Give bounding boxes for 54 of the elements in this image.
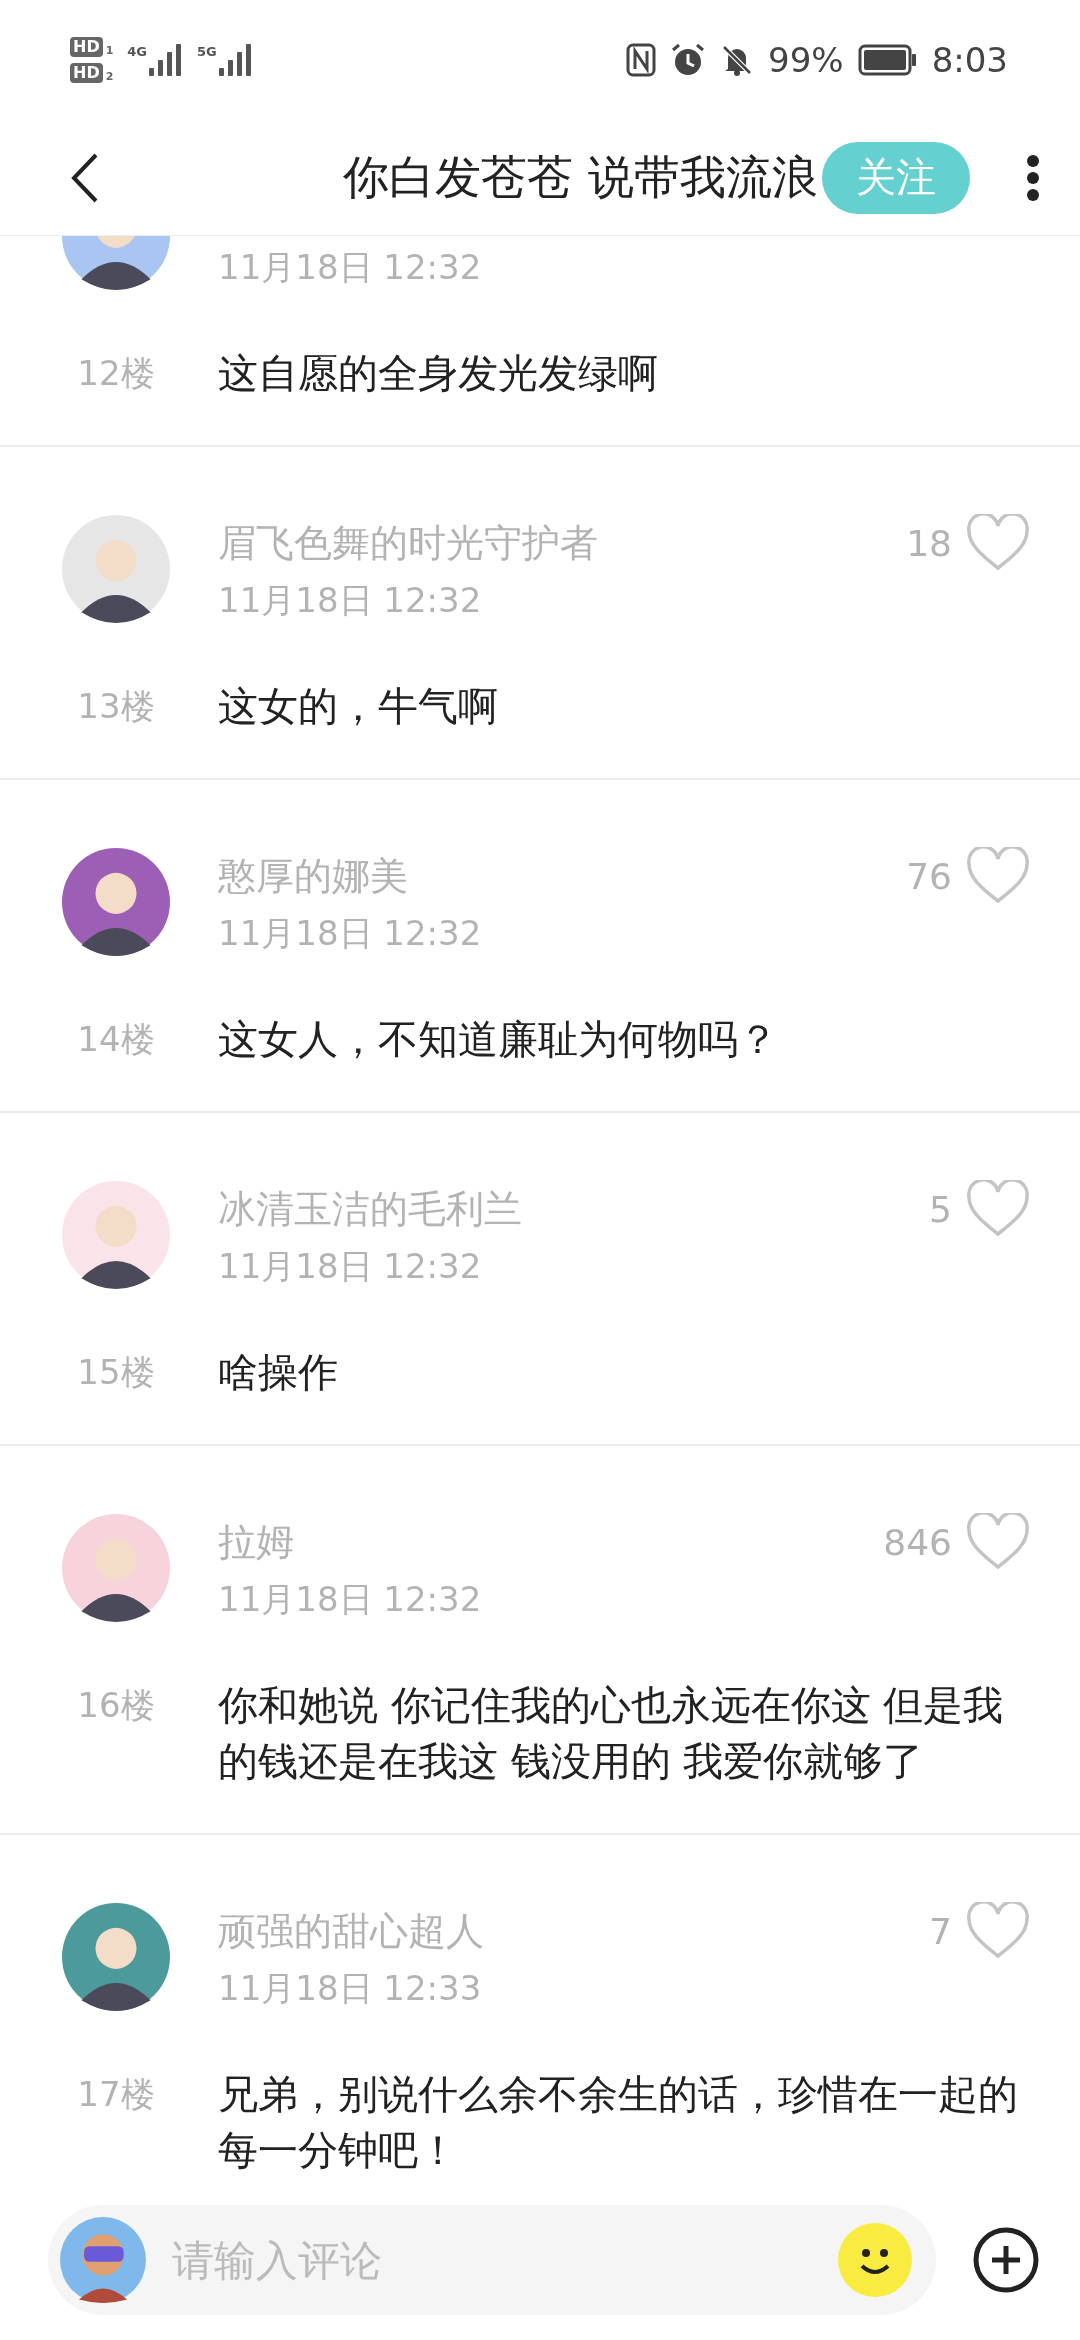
network-type: 4G (127, 44, 148, 59)
like-count: 18 (906, 522, 952, 564)
hd-badge: HD (70, 63, 103, 83)
comment-text: 兄弟，别说什么余不余生的话，珍惜在一起的每一分钟吧！ (218, 2070, 1019, 2175)
avatar[interactable] (62, 1514, 170, 1622)
sim-slot: 2 (105, 70, 114, 83)
comment-date: 11月18日 12:33 (218, 1967, 483, 2010)
avatar[interactable] (62, 848, 170, 956)
floor-number: 12楼 (76, 352, 156, 395)
clock: 8:03 (931, 40, 1008, 80)
floor-number: 13楼 (76, 685, 156, 728)
nfc-icon (626, 43, 657, 77)
like-count: 7 (929, 1910, 952, 1952)
comment-text: 啥操作 (218, 1348, 339, 1397)
floor-number: 17楼 (76, 2073, 156, 2116)
comment-date: 11月18日 12:32 (218, 912, 483, 955)
floor-number: 15楼 (76, 1351, 156, 1394)
like-count: 846 (883, 1521, 952, 1563)
comment-text: 这女的，牛气啊 (218, 682, 499, 731)
like-count: 5 (929, 1188, 952, 1230)
signal-icon (149, 44, 184, 76)
avatar[interactable] (62, 1903, 170, 2011)
username[interactable]: 眉飞色舞的时光守护者 (218, 517, 598, 569)
page-title: 你白发苍苍 说带我流浪 (343, 148, 818, 206)
comment-date: 11月18日 12:32 (218, 246, 483, 289)
floor-number: 16楼 (76, 1684, 156, 1727)
network-type: 5G (197, 44, 217, 59)
avatar[interactable] (62, 1181, 170, 1289)
comment-text: 这自愿的全身发光发绿啊 (218, 349, 659, 398)
battery-percentage: 99% (768, 40, 844, 80)
username[interactable]: 憨厚的娜美 (218, 850, 408, 902)
avatar[interactable] (62, 515, 170, 623)
comment-field[interactable]: 请输入评论 (48, 2205, 936, 2315)
battery-icon (857, 44, 918, 76)
more-icon[interactable] (1026, 153, 1040, 202)
sim-slot: 1 (105, 44, 114, 57)
username[interactable]: 冰清玉洁的毛利兰 (218, 1183, 522, 1235)
comment-input[interactable]: 请输入评论 (170, 2234, 814, 2286)
back-icon[interactable] (70, 151, 100, 204)
comment-date: 11月18日 12:32 (218, 1245, 483, 1288)
floor-number: 14楼 (76, 1018, 156, 1061)
hd-badge: HD (70, 37, 103, 57)
follow-button[interactable]: 关注 (822, 141, 970, 214)
signal-icon (218, 44, 253, 76)
username[interactable]: 拉姆 (218, 1516, 294, 1568)
like-count: 76 (906, 855, 952, 897)
alarm-icon (670, 43, 707, 77)
comment-date: 11月18日 12:32 (218, 579, 483, 622)
add-icon[interactable] (972, 2226, 1040, 2294)
comment-date: 11月18日 12:32 (218, 1578, 483, 1621)
comment-text: 你和她说 你记住我的心也永远在你这 但是我的钱还是在我这 钱没用的 我爱你就够了 (218, 1681, 1005, 1786)
comment-text: 这女人，不知道廉耻为何物吗？ (218, 1015, 779, 1064)
username[interactable]: 顽强的甜心超人 (218, 1905, 484, 1957)
emoji-icon[interactable] (838, 2223, 912, 2297)
